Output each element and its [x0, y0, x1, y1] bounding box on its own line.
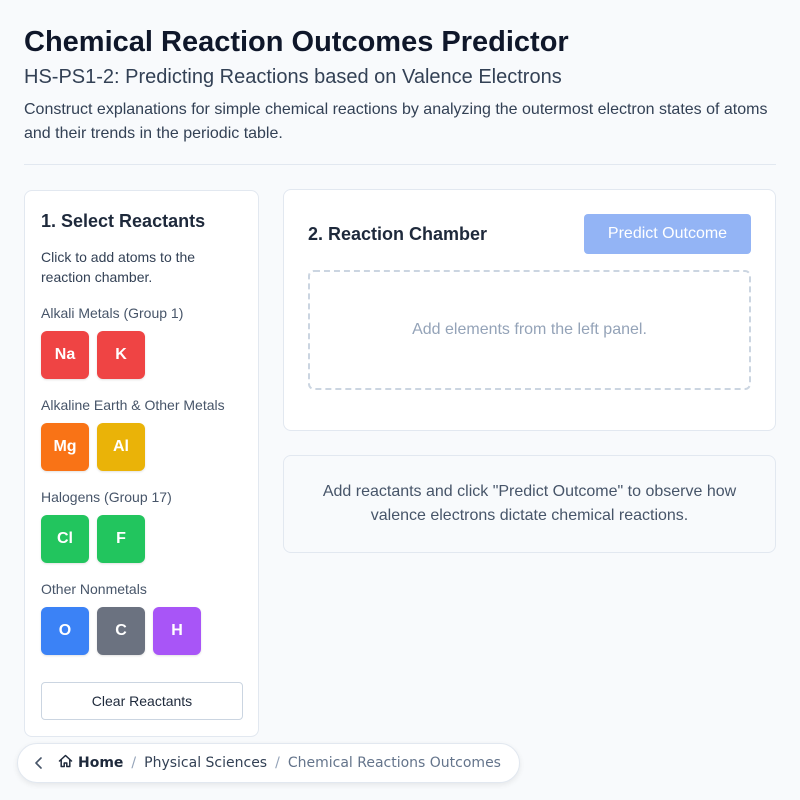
group-label-alkali: Alkali Metals (Group 1) [41, 305, 184, 321]
reactants-instructions: Click to add atoms to the reaction chamb… [41, 249, 196, 285]
dropzone-placeholder: Add elements from the left panel. [412, 321, 647, 338]
reactants-panel-title: 1. Select Reactants [41, 211, 206, 231]
page-description: Construct explanations for simple chemic… [24, 101, 768, 142]
breadcrumb: Home / Physical Sciences / Chemical Reac… [17, 743, 520, 783]
page-title: Chemical Reaction Outcomes Predictor [24, 26, 569, 58]
reaction-chamber-panel: 2. Reaction Chamber Predict Outcome Add … [283, 189, 776, 431]
page-header: Chemical Reaction Outcomes Predictor HS-… [24, 24, 776, 146]
element-row-alkaline-earth: Mg Al [41, 423, 242, 471]
breadcrumb-separator: / [275, 755, 280, 771]
element-row-alkali: Na K [41, 331, 242, 379]
reactants-panel: 1. Select Reactants Click to add atoms t… [24, 190, 259, 737]
predict-outcome-button[interactable]: Predict Outcome [584, 214, 751, 254]
group-label-halogens: Halogens (Group 17) [41, 489, 172, 505]
result-message: Add reactants and click "Predict Outcome… [322, 483, 737, 524]
header-divider [24, 164, 776, 165]
element-row-nonmetals: O C H [41, 607, 242, 655]
element-button-al[interactable]: Al [97, 423, 145, 471]
element-button-f[interactable]: F [97, 515, 145, 563]
breadcrumb-home[interactable]: Home [58, 754, 123, 772]
element-button-o[interactable]: O [41, 607, 89, 655]
element-button-na[interactable]: Na [41, 331, 89, 379]
group-label-nonmetals: Other Nonmetals [41, 581, 147, 597]
home-icon [58, 754, 73, 772]
result-panel: Add reactants and click "Predict Outcome… [283, 455, 776, 553]
element-button-h[interactable]: H [153, 607, 201, 655]
element-button-c[interactable]: C [97, 607, 145, 655]
clear-reactants-button[interactable]: Clear Reactants [41, 682, 243, 720]
back-chevron-icon[interactable] [32, 756, 46, 770]
element-button-mg[interactable]: Mg [41, 423, 89, 471]
breadcrumb-section[interactable]: Physical Sciences [144, 755, 267, 771]
breadcrumb-current: Chemical Reactions Outcomes [287, 755, 501, 771]
page-subtitle: HS-PS1-2: Predicting Reactions based on … [24, 66, 562, 88]
reaction-chamber-title: 2. Reaction Chamber [308, 224, 488, 244]
breadcrumb-separator: / [131, 755, 137, 771]
element-row-halogens: Cl F [41, 515, 242, 563]
group-label-alkaline-earth: Alkaline Earth & Other Metals [41, 397, 225, 413]
reaction-dropzone[interactable]: Add elements from the left panel. [308, 270, 751, 390]
breadcrumb-home-label: Home [78, 755, 124, 771]
element-button-cl[interactable]: Cl [41, 515, 89, 563]
element-button-k[interactable]: K [97, 331, 145, 379]
